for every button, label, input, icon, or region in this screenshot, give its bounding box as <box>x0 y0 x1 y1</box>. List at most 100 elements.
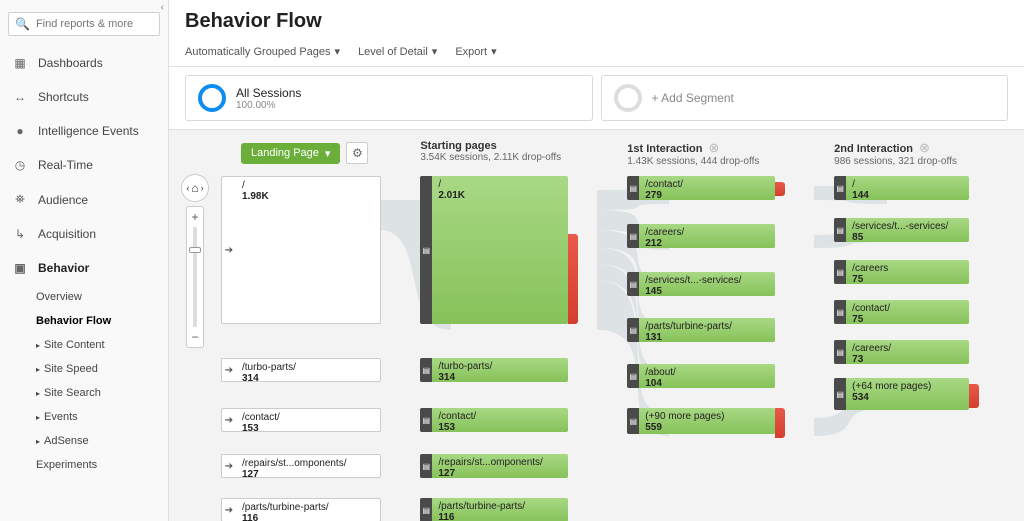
flow-node[interactable]: ▤/services/t...-services/145 <box>627 272 775 296</box>
arrow-icon: ➔ <box>222 409 236 431</box>
flow-node[interactable]: ▤/contact/279 <box>627 176 775 200</box>
subnav-events[interactable]: ▸Events <box>36 405 168 429</box>
flow-node[interactable]: ▤/careers75 <box>834 260 969 284</box>
title-bar: Behavior Flow <box>169 0 1024 39</box>
segment-all-sessions[interactable]: All Sessions 100.00% <box>185 75 593 121</box>
nav-acquisition[interactable]: ↳ Acquisition <box>0 217 168 251</box>
flow-node[interactable]: ▤/repairs/st...omponents/127 <box>420 454 568 478</box>
audience-icon: ⛯ <box>12 192 28 207</box>
segment-add[interactable]: + Add Segment <box>601 75 1009 121</box>
segment-row: All Sessions 100.00% + Add Segment <box>169 67 1024 130</box>
chevron-down-icon: ▾ <box>432 45 438 58</box>
subnav-adsense[interactable]: ▸AdSense <box>36 429 168 453</box>
subnav-site-content[interactable]: ▸Site Content <box>36 333 168 357</box>
flow-node[interactable]: ▤/services/t...-services/85 <box>834 218 969 242</box>
subnav-overview[interactable]: Overview <box>36 285 168 309</box>
flow-inner: Landing Page▾ ⚙ ‹⌂› + − <box>169 140 1024 521</box>
toolbar: Automatically Grouped Pages▾ Level of De… <box>169 39 1024 67</box>
toolbar-export[interactable]: Export▾ <box>455 45 496 58</box>
nav-right-icon: › <box>201 183 204 193</box>
dashboards-icon: ▦ <box>12 56 28 70</box>
segment-subtitle: 100.00% <box>236 100 301 111</box>
nav-realtime[interactable]: ◷Real-Time <box>0 148 168 182</box>
col-header: 2nd Interaction⊗ 986 sessions, 321 drop-… <box>834 140 957 167</box>
shortcuts-icon: ↔ <box>12 90 28 104</box>
flow-area: Landing Page▾ ⚙ ‹⌂› + − <box>169 130 1024 521</box>
main: Behavior Flow Automatically Grouped Page… <box>169 0 1024 521</box>
caret-icon: ▸ <box>36 389 40 398</box>
col-first: 1st Interaction⊗ 1.43K sessions, 444 dro… <box>627 140 834 521</box>
flow-node[interactable]: ➔/repairs/st...omponents/127 <box>221 454 381 478</box>
flow-node[interactable]: ▤/contact/75 <box>834 300 969 324</box>
flow-node[interactable]: ➔/1.98K <box>221 176 381 324</box>
nav-shortcuts[interactable]: ↔ Shortcuts <box>0 80 168 114</box>
segment-ring-icon <box>198 84 226 112</box>
page-icon: ▤ <box>420 454 432 478</box>
subnav-behavior-flow[interactable]: Behavior Flow <box>36 309 168 333</box>
caret-icon: ▸ <box>36 341 40 350</box>
flow-node[interactable]: ▤/parts/turbine-parts/131 <box>627 318 775 342</box>
search-input[interactable] <box>36 18 153 30</box>
page-icon: ▤ <box>834 378 846 410</box>
page-icon: ▤ <box>420 358 432 382</box>
nav-intelligence[interactable]: ● Intelligence Events <box>0 114 168 148</box>
flow-node[interactable]: ▤(+90 more pages)559 <box>627 408 775 434</box>
nav-label: Shortcuts <box>38 90 89 104</box>
zoom-track[interactable] <box>193 227 197 327</box>
flow-node[interactable]: ➔/turbo-parts/314 <box>221 358 381 382</box>
page-icon: ▤ <box>627 272 639 296</box>
collapse-sidebar-icon[interactable]: ‹ <box>161 2 164 13</box>
flow-columns: ➔/1.98K ➔/turbo-parts/314 ➔/contact/153 … <box>221 140 1024 521</box>
nav-dashboards[interactable]: ▦Dashboards <box>0 46 168 80</box>
page-icon: ▤ <box>627 318 639 342</box>
flow-node[interactable]: ▤/144 <box>834 176 969 200</box>
flow-node[interactable]: ▤/2.01K <box>420 176 568 324</box>
clock-icon: ◷ <box>12 158 28 172</box>
segment-empty-ring-icon <box>614 84 642 112</box>
caret-icon: ▸ <box>36 365 40 374</box>
nav-left-icon: ‹ <box>186 183 189 193</box>
nav-label: Acquisition <box>38 227 96 241</box>
flow-node[interactable]: ▤(+64 more pages)534 <box>834 378 969 410</box>
col-landing: ➔/1.98K ➔/turbo-parts/314 ➔/contact/153 … <box>221 140 420 521</box>
col-starting: Starting pages 3.54K sessions, 2.11K dro… <box>420 140 627 521</box>
arrow-icon: ➔ <box>222 455 236 477</box>
zoom-thumb[interactable] <box>189 247 201 253</box>
flow-node[interactable]: ➔/contact/153 <box>221 408 381 432</box>
toolbar-grouped[interactable]: Automatically Grouped Pages▾ <box>185 45 340 58</box>
flow-node[interactable]: ▤/careers/73 <box>834 340 969 364</box>
page-icon: ▤ <box>627 224 639 248</box>
nav-behavior[interactable]: ▣ Behavior <box>0 251 168 285</box>
page-icon: ▤ <box>627 408 639 434</box>
chevron-down-icon: ▾ <box>491 45 497 58</box>
col-header: Starting pages 3.54K sessions, 2.11K dro… <box>420 140 561 163</box>
remove-column-icon[interactable]: ⊗ <box>708 140 719 155</box>
subnav-experiments[interactable]: Experiments <box>36 453 168 477</box>
flow-node[interactable]: ➔/parts/turbine-parts/116 <box>221 498 381 521</box>
flow-node[interactable]: ▤/parts/turbine-parts/116 <box>420 498 568 521</box>
nav-audience[interactable]: ⛯Audience <box>0 182 168 217</box>
remove-column-icon[interactable]: ⊗ <box>919 140 930 155</box>
zoom-out-button[interactable]: − <box>187 329 202 345</box>
page-icon: ▤ <box>834 260 846 284</box>
toolbar-detail[interactable]: Level of Detail▾ <box>358 45 437 58</box>
subnav-site-speed[interactable]: ▸Site Speed <box>36 357 168 381</box>
segment-add-label: + Add Segment <box>652 91 734 105</box>
search-container: 🔍 <box>8 12 160 36</box>
bulb-icon: ● <box>12 124 28 138</box>
subnav-site-search[interactable]: ▸Site Search <box>36 381 168 405</box>
flow-node[interactable]: ▤/about/104 <box>627 364 775 388</box>
search-icon: 🔍 <box>15 17 30 31</box>
acquisition-icon: ↳ <box>12 227 28 241</box>
nav-label: Intelligence Events <box>38 124 139 138</box>
behavior-icon: ▣ <box>12 261 28 275</box>
flow-home-button[interactable]: ‹⌂› <box>181 174 209 202</box>
page-icon: ▤ <box>420 498 432 521</box>
zoom-in-button[interactable]: + <box>187 209 202 225</box>
flow-node[interactable]: ▤/careers/212 <box>627 224 775 248</box>
nav-label: Behavior <box>38 261 89 275</box>
flow-node[interactable]: ▤/turbo-parts/314 <box>420 358 568 382</box>
sidebar: ‹ 🔍 ▦Dashboards ↔ Shortcuts ● Intelligence… <box>0 0 169 521</box>
caret-icon: ▸ <box>36 437 40 446</box>
flow-node[interactable]: ▤/contact/153 <box>420 408 568 432</box>
